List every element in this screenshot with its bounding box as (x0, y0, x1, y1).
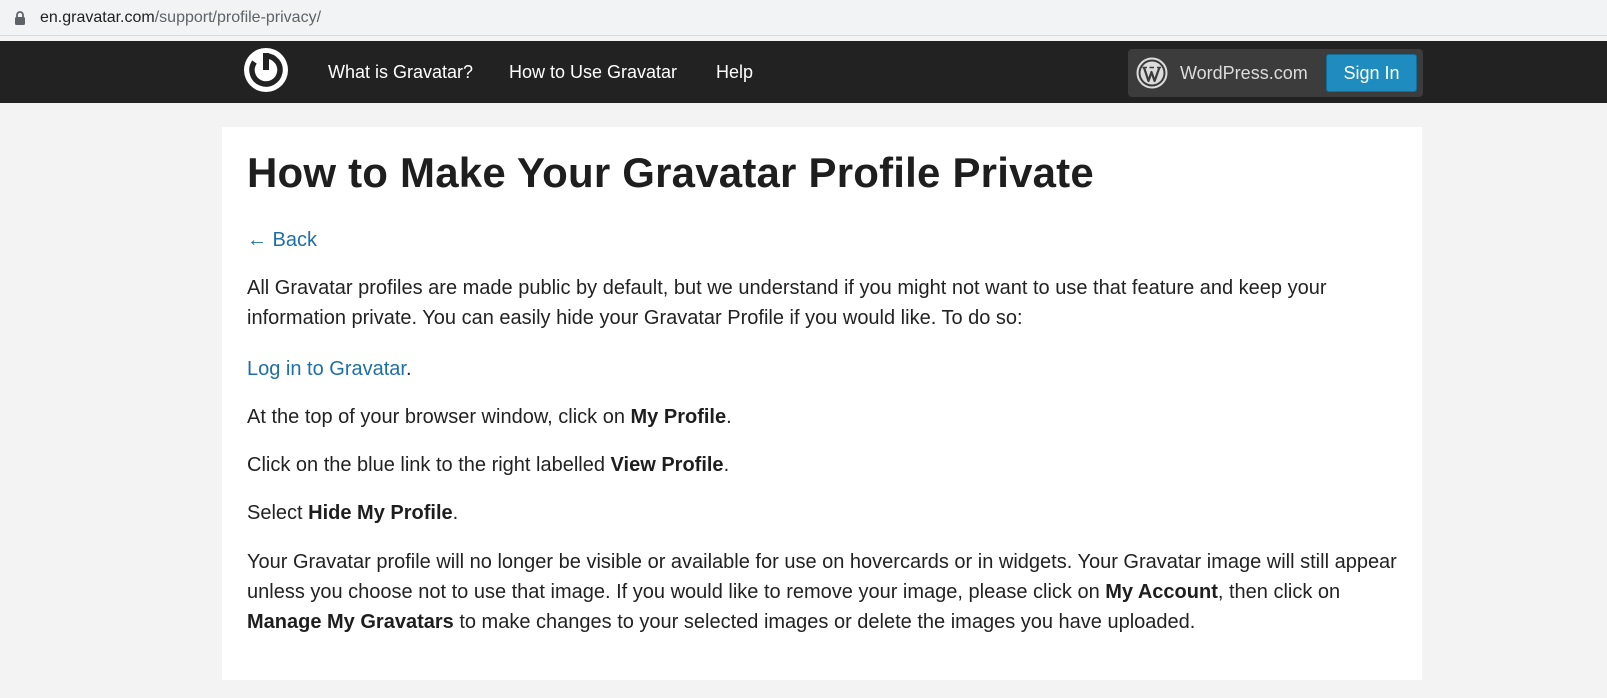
back-link[interactable]: ← Back (247, 225, 317, 255)
my-account-label: My Account (1105, 581, 1218, 603)
wordpress-label: WordPress.com (1180, 62, 1308, 83)
nav-how-to-use-gravatar[interactable]: How to Use Gravatar (509, 41, 677, 103)
nav-help[interactable]: Help (716, 41, 753, 103)
page-title: How to Make Your Gravatar Profile Privat… (247, 149, 1094, 196)
step-view-profile: Click on the blue link to the right labe… (247, 450, 1407, 480)
nav-what-is-gravatar[interactable]: What is Gravatar? (328, 41, 473, 103)
wordpress-logo-icon (1136, 57, 1168, 89)
step-hide-profile: Select Hide My Profile. (247, 498, 1407, 528)
article-card: How to Make Your Gravatar Profile Privat… (222, 127, 1422, 680)
step1-suffix: . (405, 358, 412, 380)
step-my-profile: At the top of your browser window, click… (247, 402, 1407, 432)
browser-address-bar[interactable]: en.gravatar.com/support/profile-privacy/ (0, 0, 1607, 36)
outro-text-b: , then click on (1217, 581, 1341, 603)
site-header: What is Gravatar? How to Use Gravatar He… (0, 41, 1607, 103)
step2-text: At the top of your browser window, click… (247, 406, 631, 428)
url-text[interactable]: en.gravatar.com/support/profile-privacy/ (40, 8, 321, 28)
my-profile-label: My Profile (630, 406, 727, 428)
step3-suffix: . (723, 454, 730, 476)
gravatar-logo-icon[interactable] (243, 47, 289, 93)
step4-suffix: . (452, 502, 459, 524)
intro-paragraph: All Gravatar profiles are made public by… (247, 277, 1327, 329)
view-profile-label: View Profile (610, 454, 724, 476)
outro-text-c: to make changes to your selected images … (453, 611, 1196, 633)
sign-in-button[interactable]: Sign In (1326, 54, 1417, 92)
url-host: en.gravatar.com (40, 9, 155, 26)
login-link[interactable]: Log in to Gravatar (247, 358, 406, 380)
wordpress-link[interactable]: WordPress.com (1136, 49, 1308, 97)
hide-my-profile-label: Hide My Profile (308, 502, 453, 524)
step4-text: Select (247, 502, 309, 524)
manage-my-gravatars-label: Manage My Gravatars (247, 611, 454, 633)
account-box: WordPress.com Sign In (1128, 49, 1423, 97)
step-login: Log in to Gravatar. (247, 354, 1407, 384)
outro-paragraph: Your Gravatar profile will no longer be … (247, 547, 1407, 637)
step2-suffix: . (726, 406, 732, 428)
url-path: /support/profile-privacy/ (154, 9, 322, 26)
lock-icon (15, 11, 25, 25)
step3-text: Click on the blue link to the right labe… (247, 454, 611, 476)
